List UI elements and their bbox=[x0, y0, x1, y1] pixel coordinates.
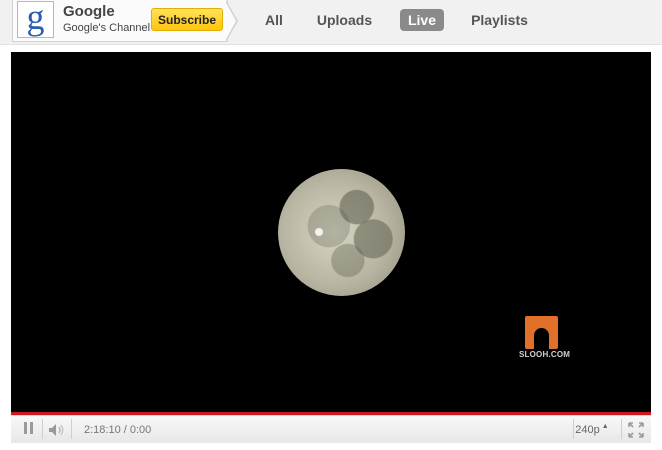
caret-up-icon: ▲ bbox=[601, 423, 609, 430]
quality-label: 240p bbox=[575, 423, 600, 436]
channel-avatar[interactable]: g bbox=[17, 0, 54, 38]
tab-live[interactable]: Live bbox=[400, 9, 444, 31]
fullscreen-button[interactable] bbox=[623, 416, 649, 443]
quality-button[interactable]: 240p ▲ bbox=[575, 416, 609, 443]
channel-header: g Google Google's Channel Subscribe All … bbox=[0, 0, 662, 45]
subscribe-button[interactable]: Subscribe bbox=[151, 8, 223, 31]
google-logo-icon: g bbox=[26, 0, 45, 37]
moon-highlight-dot bbox=[315, 228, 323, 236]
pause-button[interactable] bbox=[15, 416, 41, 443]
pause-icon bbox=[22, 421, 34, 439]
volume-icon bbox=[49, 423, 64, 436]
moon-image bbox=[278, 169, 405, 296]
player-controls: 2:18:10 / 0:00 240p ▲ bbox=[11, 415, 651, 443]
volume-button[interactable] bbox=[44, 416, 70, 443]
slooh-logo-icon bbox=[525, 316, 558, 349]
channel-name[interactable]: Google bbox=[63, 3, 115, 20]
tab-all[interactable]: All bbox=[262, 9, 286, 31]
channel-subtitle: Google's Channel bbox=[63, 22, 151, 34]
tab-uploads[interactable]: Uploads bbox=[313, 9, 376, 31]
tab-playlists[interactable]: Playlists bbox=[469, 9, 530, 31]
time-display: 2:18:10 / 0:00 bbox=[84, 423, 152, 436]
fullscreen-icon bbox=[628, 421, 644, 438]
video-player[interactable]: SLOOH.COM bbox=[11, 52, 651, 414]
watermark-text: SLOOH.COM bbox=[519, 350, 571, 359]
